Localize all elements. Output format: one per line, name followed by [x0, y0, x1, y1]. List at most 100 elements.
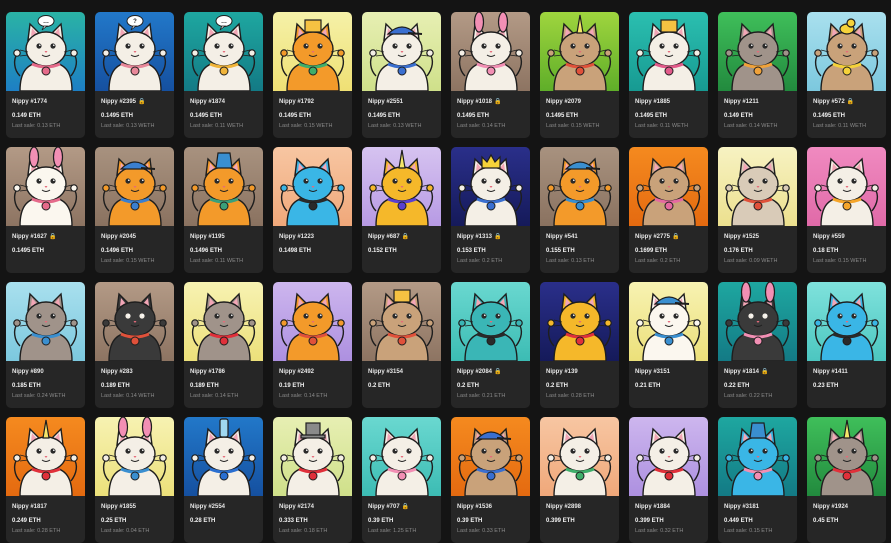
- nft-artwork-image[interactable]: [807, 147, 886, 226]
- nft-artwork-image[interactable]: [362, 12, 441, 91]
- nft-name-row: Nippy #1627 🔒: [12, 233, 79, 241]
- nft-card[interactable]: Nippy #3154 0.2 ETH: [362, 282, 441, 408]
- nft-artwork-image[interactable]: [629, 417, 708, 496]
- nft-card[interactable]: Nippy #707 🔒 0.39 ETH Last sale: 1.25 ETH: [362, 417, 441, 543]
- nft-artwork-image[interactable]: [184, 147, 263, 226]
- nft-card[interactable]: Nippy #1313 🔒 0.153 ETH Last sale: 0.2 ETH: [451, 147, 530, 273]
- nft-artwork-image[interactable]: [362, 417, 441, 496]
- nft-card[interactable]: Nippy #1814 🔒 0.22 ETH Last sale: 0.22 ETH: [718, 282, 797, 408]
- nft-artwork-image[interactable]: [95, 147, 174, 226]
- nft-card-details: Nippy #1874 0.1495 ETH Last sale: 0.11 WET…: [184, 91, 263, 130]
- nft-price: 0.149 ETH: [724, 113, 753, 119]
- nft-card[interactable]: Nippy #1817 0.249 ETH Last sale: 0.28 ETH: [6, 417, 85, 543]
- nft-artwork-image[interactable]: ?: [95, 12, 174, 91]
- nft-name-row: Nippy #2174: [279, 503, 346, 511]
- nft-artwork-image[interactable]: [95, 417, 174, 496]
- nft-card[interactable]: Nippy #1525 0.176 ETH Last sale: 0.09 WETH: [718, 147, 797, 273]
- nft-card[interactable]: Nippy #1627 🔒 0.1495 ETH: [6, 147, 85, 273]
- nft-artwork-image[interactable]: [184, 282, 263, 361]
- nft-card[interactable]: Nippy #1855 0.25 ETH Last sale: 0.04 ETH: [95, 417, 174, 543]
- nft-artwork-image[interactable]: [451, 282, 530, 361]
- nft-artwork-image[interactable]: [540, 147, 619, 226]
- nft-artwork-image[interactable]: [95, 282, 174, 361]
- nft-card[interactable]: Nippy #1536 0.39 ETH Last sale: 0.33 ETH: [451, 417, 530, 543]
- nft-card-details: Nippy #1313 🔒 0.153 ETH Last sale: 0.2 ETH: [451, 226, 530, 265]
- nft-last-sale: [368, 257, 435, 265]
- nft-card[interactable]: Nippy #1223 0.1498 ETH: [273, 147, 352, 273]
- nft-artwork-image[interactable]: [540, 12, 619, 91]
- nft-card[interactable]: Nippy #2084 🔒 0.2 ETH Last sale: 0.21 ETH: [451, 282, 530, 408]
- nft-name: Nippy #2551: [368, 99, 404, 105]
- nft-artwork-image[interactable]: [718, 282, 797, 361]
- nft-artwork-image[interactable]: [718, 12, 797, 91]
- nft-artwork-image[interactable]: [6, 282, 85, 361]
- nft-card-details: Nippy #3151 0.21 ETH: [629, 361, 708, 400]
- nft-artwork-image[interactable]: [273, 12, 352, 91]
- nft-artwork-image[interactable]: [273, 282, 352, 361]
- nft-card[interactable]: Nippy #890 0.185 ETH Last sale: 0.24 WETH: [6, 282, 85, 408]
- nft-price: 0.1495 ETH: [368, 113, 401, 119]
- nft-artwork-image[interactable]: [629, 12, 708, 91]
- nft-card[interactable]: Nippy #1924 0.45 ETH: [807, 417, 886, 543]
- nft-card[interactable]: Nippy #2174 0.333 ETH Last sale: 0.18 ETH: [273, 417, 352, 543]
- nft-artwork-image[interactable]: [807, 417, 886, 496]
- nft-card[interactable]: Nippy #139 0.2 ETH Last sale: 0.28 ETH: [540, 282, 619, 408]
- nft-card[interactable]: Nippy #1786 0.189 ETH Last sale: 0.14 ETH: [184, 282, 263, 408]
- nft-card[interactable]: Nippy #572 🔒 0.1495 ETH Last sale: 0.11 WET…: [807, 12, 886, 138]
- nft-card[interactable]: Nippy #1018 🔒 0.1495 ETH Last sale: 0.14 ET…: [451, 12, 530, 138]
- nft-artwork-image[interactable]: [273, 417, 352, 496]
- nft-artwork-image[interactable]: [807, 282, 886, 361]
- nft-card[interactable]: Nippy #3181 0.449 ETH Last sale: 0.15 ETH: [718, 417, 797, 543]
- nft-artwork-image[interactable]: [540, 282, 619, 361]
- nft-artwork-image[interactable]: [451, 12, 530, 91]
- nft-card[interactable]: Nippy #1792 0.1495 ETH Last sale: 0.15 WET…: [273, 12, 352, 138]
- nft-artwork-image[interactable]: [451, 147, 530, 226]
- nft-artwork-image[interactable]: …: [6, 12, 85, 91]
- nft-artwork-image[interactable]: [540, 417, 619, 496]
- nft-artwork-image[interactable]: [451, 417, 530, 496]
- nft-artwork-image[interactable]: [807, 12, 886, 91]
- nft-card[interactable]: Nippy #2775 🔒 0.1699 ETH Last sale: 0.2 ETH: [629, 147, 708, 273]
- nft-card[interactable]: Nippy #2492 0.19 ETH Last sale: 0.14 ETH: [273, 282, 352, 408]
- nft-card[interactable]: Nippy #283 0.189 ETH Last sale: 0.14 WETH: [95, 282, 174, 408]
- nft-card[interactable]: Nippy #687 🔒 0.152 ETH: [362, 147, 441, 273]
- nft-card[interactable]: Nippy #2079 0.1495 ETH Last sale: 0.15 WET…: [540, 12, 619, 138]
- nft-artwork-image[interactable]: [6, 417, 85, 496]
- nft-name-row: Nippy #3181: [724, 503, 791, 511]
- nft-card[interactable]: … Nippy #1774 0.149 ETH Last sale: 0.13 ETH: [6, 12, 85, 138]
- nft-name-row: Nippy #2395 🔒: [101, 98, 168, 106]
- nft-card[interactable]: Nippy #2554 0.28 ETH: [184, 417, 263, 543]
- nft-artwork-image[interactable]: …: [184, 12, 263, 91]
- nft-artwork-image[interactable]: [362, 282, 441, 361]
- nft-artwork-image[interactable]: [6, 147, 85, 226]
- nft-artwork-image[interactable]: [718, 147, 797, 226]
- nft-name-row: Nippy #1195: [190, 233, 257, 241]
- nft-card[interactable]: Nippy #1211 0.149 ETH Last sale: 0.14 WETH: [718, 12, 797, 138]
- nft-card[interactable]: Nippy #2898 0.399 ETH: [540, 417, 619, 543]
- nft-artwork-image[interactable]: [273, 147, 352, 226]
- nft-artwork-image[interactable]: [184, 417, 263, 496]
- nft-artwork-image[interactable]: [362, 147, 441, 226]
- nft-artwork-image[interactable]: [718, 417, 797, 496]
- nft-artwork-image[interactable]: [629, 147, 708, 226]
- nft-name-row: Nippy #1924: [813, 503, 880, 511]
- nft-artwork-image[interactable]: [629, 282, 708, 361]
- nft-last-sale: Last sale: 0.13 WETH: [368, 123, 422, 129]
- nft-card[interactable]: Nippy #541 0.155 ETH Last sale: 0.13 ETH: [540, 147, 619, 273]
- nft-name-row: Nippy #541: [546, 233, 613, 241]
- nft-card[interactable]: Nippy #1195 0.1496 ETH Last sale: 0.11 WET…: [184, 147, 263, 273]
- nft-price: 0.155 ETH: [546, 248, 575, 254]
- nft-card[interactable]: Nippy #2045 0.1496 ETH Last sale: 0.15 WET…: [95, 147, 174, 273]
- nft-card[interactable]: Nippy #1884 0.399 ETH Last sale: 0.32 ETH: [629, 417, 708, 543]
- nft-card[interactable]: Nippy #3151 0.21 ETH: [629, 282, 708, 408]
- nft-card-details: Nippy #1924 0.45 ETH: [807, 496, 886, 535]
- nft-card[interactable]: Nippy #2551 0.1495 ETH Last sale: 0.13 WET…: [362, 12, 441, 138]
- nft-card[interactable]: … Nippy #1874 0.1495 ETH Last sale: 0.11 WE…: [184, 12, 263, 138]
- nft-card[interactable]: Nippy #1411 0.23 ETH: [807, 282, 886, 408]
- nft-name: Nippy #1627: [12, 234, 48, 240]
- nft-card[interactable]: Nippy #1885 0.1495 ETH Last sale: 0.11 WET…: [629, 12, 708, 138]
- nft-card[interactable]: Nippy #559 0.18 ETH Last sale: 0.15 WETH: [807, 147, 886, 273]
- nft-name-row: Nippy #1525: [724, 233, 791, 241]
- nft-last-sale: Last sale: 0.13 WETH: [101, 123, 155, 129]
- nft-card[interactable]: ? Nippy #2395 🔒 0.1495 ETH Last sale: 0.13 W…: [95, 12, 174, 138]
